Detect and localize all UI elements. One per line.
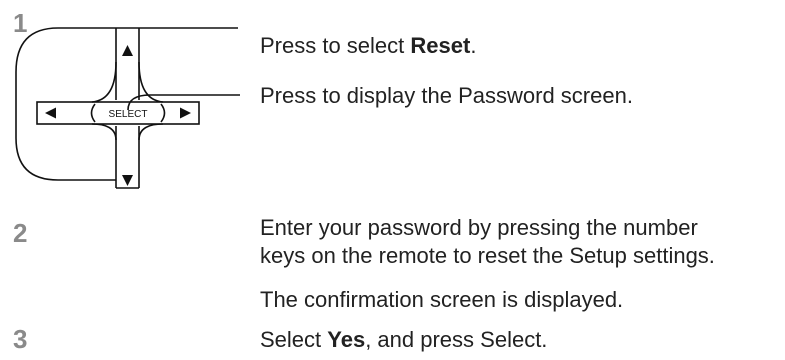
step-1-line-1: Press to select Reset. bbox=[260, 33, 477, 58]
remote-dpad-diagram: SELECT bbox=[15, 27, 240, 189]
step-2-line-2: keys on the remote to reset the Setup se… bbox=[260, 243, 715, 268]
yes-keyword: Yes bbox=[327, 327, 366, 352]
step-3-line-1: Select Yes, and press Select. bbox=[260, 327, 548, 352]
reset-keyword: Reset bbox=[410, 33, 471, 58]
arrow-left-icon bbox=[45, 107, 56, 119]
select-button-label: SELECT bbox=[109, 109, 148, 120]
arrow-down-icon bbox=[122, 175, 133, 186]
step-number-3: 3 bbox=[13, 324, 28, 354]
step-2-line-3: The confirmation screen is displayed. bbox=[260, 287, 624, 312]
step-2-line-1: Enter your password by pressing the numb… bbox=[260, 215, 698, 240]
arrow-right-icon bbox=[180, 107, 191, 119]
step-1-line-2: Press to display the Password screen. bbox=[260, 83, 633, 108]
arrow-up-icon bbox=[122, 45, 133, 56]
step-number-2: 2 bbox=[13, 218, 28, 248]
